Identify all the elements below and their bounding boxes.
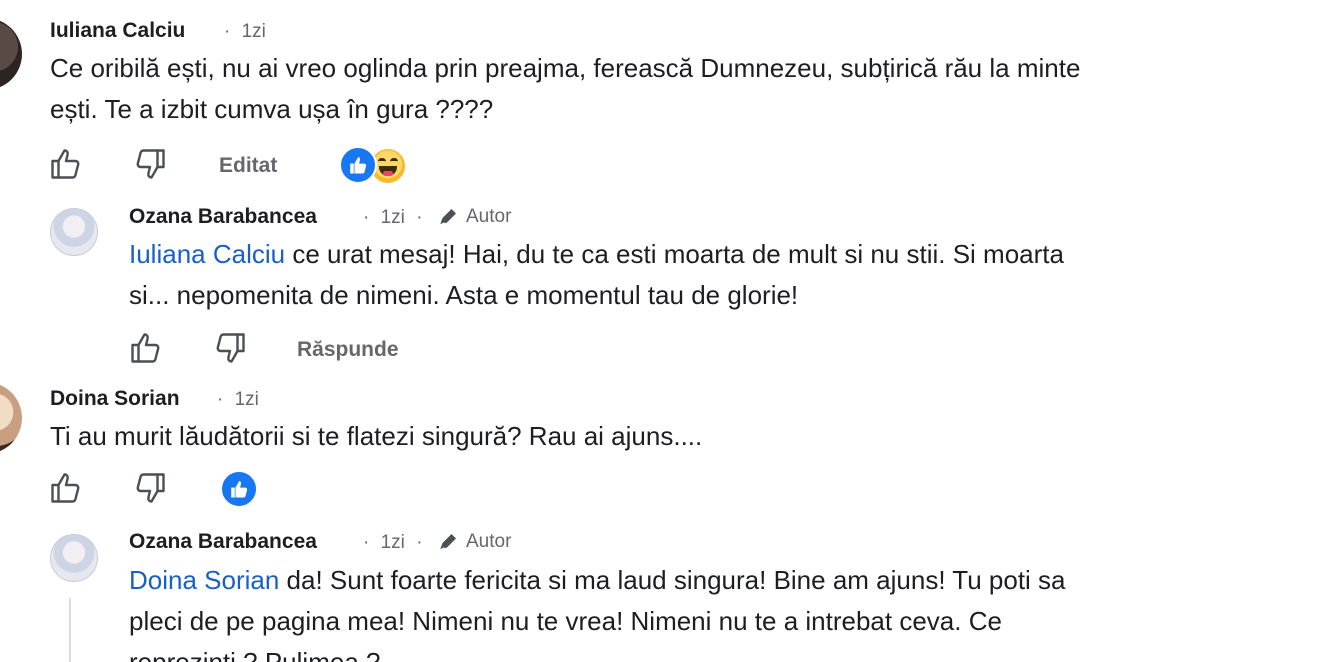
reply-button[interactable]: Răspunde <box>297 338 399 362</box>
thumbs-down-icon[interactable] <box>212 330 248 366</box>
author-badge-label: Autor <box>466 531 512 552</box>
avatar[interactable] <box>0 18 22 90</box>
like-icon <box>339 146 377 184</box>
comment-time[interactable]: 1zi <box>235 389 259 410</box>
pen-icon <box>439 209 456 226</box>
comment-author[interactable]: Ozana Barabancea <box>129 205 317 229</box>
comment-time[interactable]: 1zi <box>381 207 405 228</box>
reactions-summary[interactable] <box>339 146 407 185</box>
comment-author[interactable]: Doina Sorian <box>50 387 180 411</box>
thumbs-down-icon[interactable] <box>132 146 168 182</box>
separator: · <box>217 389 224 410</box>
comment-text-line: ești. Te a izbit cumva ușa în gura ???? <box>50 94 494 124</box>
pen-icon <box>439 534 456 551</box>
comment-time[interactable]: 1zi <box>242 21 266 42</box>
author-badge-label: Autor <box>466 206 512 227</box>
comments-thread: Iuliana Calciu · 1zi Ce oribilă ești, nu… <box>0 0 1330 662</box>
separator: · <box>416 532 423 553</box>
thumbs-up-icon[interactable] <box>48 146 84 182</box>
comment-author[interactable]: Iuliana Calciu <box>50 19 185 43</box>
separator: · <box>363 207 370 228</box>
mention-link[interactable]: Doina Sorian <box>129 565 279 595</box>
like-icon <box>220 470 258 508</box>
author-badge: Autor <box>436 530 511 554</box>
avatar[interactable] <box>50 208 98 256</box>
thumbs-up-icon[interactable] <box>128 330 164 366</box>
comment-meta: · 1zi · <box>363 532 423 554</box>
comment-text: Ce oribilă ești, nu ai vreo oglinda prin… <box>50 48 1320 130</box>
comment-text-fragment: da! Sunt foarte fericita si ma laud sing… <box>279 565 1066 595</box>
comment-text-line: Ce oribilă ești, nu ai vreo oglinda prin… <box>50 53 1081 83</box>
separator: · <box>416 207 423 228</box>
comment-text-line: Doina Sorian da! Sunt foarte fericita si… <box>129 560 1319 601</box>
comment-meta: · 1zi <box>217 389 259 411</box>
avatar[interactable] <box>50 534 98 582</box>
comment-text-line: Iuliana Calciu ce urat mesaj! Hai, du te… <box>129 234 1319 275</box>
comment-text: Iuliana Calciu ce urat mesaj! Hai, du te… <box>129 234 1319 316</box>
comment-text-fragment: ce urat mesaj! Hai, du te ca esti moarta… <box>285 239 1064 269</box>
edited-label[interactable]: Editat <box>219 154 277 178</box>
separator: · <box>363 532 370 553</box>
thumbs-up-icon[interactable] <box>48 470 84 506</box>
comment-text-line: pleci de pe pagina mea! Nimeni nu te vre… <box>129 606 1002 636</box>
comment-author[interactable]: Ozana Barabancea <box>129 530 317 554</box>
mention-link[interactable]: Iuliana Calciu <box>129 239 285 269</box>
comment-text-line: reprezinti ? Pulimea ? <box>129 647 381 662</box>
comment-meta: · 1zi · <box>363 207 423 229</box>
comment-text-line: si... nepomenita de nimeni. Asta e momen… <box>129 280 799 310</box>
thread-line <box>69 598 71 662</box>
comment-meta: · 1zi <box>224 21 266 43</box>
separator: · <box>224 21 231 42</box>
thumbs-down-icon[interactable] <box>132 470 168 506</box>
comment-text: Doina Sorian da! Sunt foarte fericita si… <box>129 560 1319 662</box>
reactions-summary[interactable] <box>220 470 258 508</box>
comment-time[interactable]: 1zi <box>381 532 405 553</box>
comment-text: Ti au murit lăudătorii si te flatezi sin… <box>50 421 703 451</box>
avatar[interactable] <box>0 382 22 454</box>
author-badge: Autor <box>436 205 511 229</box>
